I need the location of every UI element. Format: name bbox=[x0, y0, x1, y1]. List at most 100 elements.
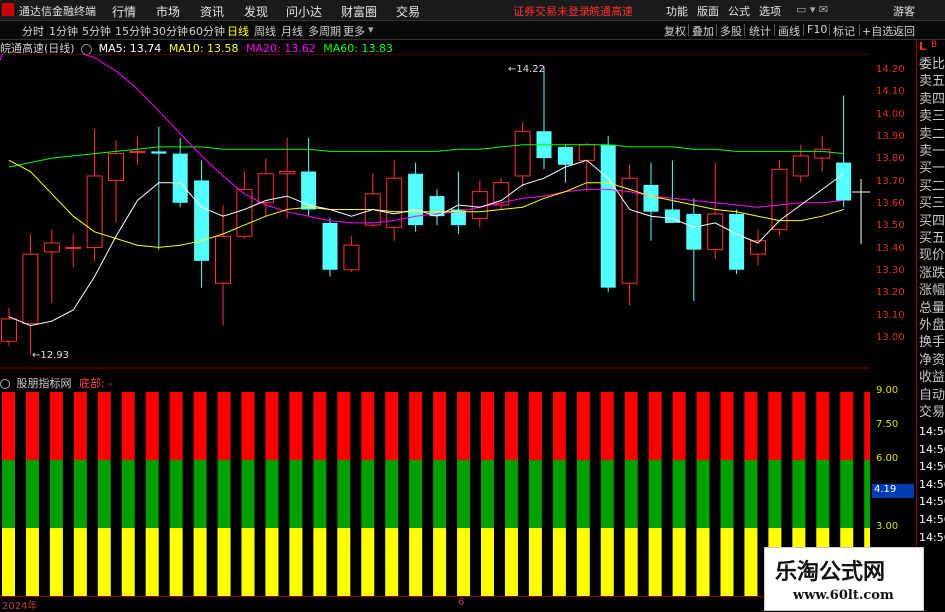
chevron-down-icon[interactable]: ▾ bbox=[368, 23, 374, 36]
indicator-bar-segment bbox=[121, 528, 135, 596]
indicator-bar-segment bbox=[792, 460, 806, 528]
menu-item-market[interactable]: 行情 bbox=[112, 3, 136, 20]
menu-item-formula[interactable]: 公式 bbox=[728, 3, 750, 19]
indicator-bar bbox=[25, 392, 39, 596]
menu-item-ask[interactable]: 问小达 bbox=[286, 3, 322, 20]
candle bbox=[707, 162, 724, 259]
tab-timeshare[interactable]: 分时 bbox=[22, 23, 44, 39]
app-logo-icon bbox=[2, 3, 14, 16]
mark-button[interactable]: 标记 bbox=[833, 23, 855, 39]
candle-body bbox=[22, 253, 39, 324]
quote-field-label: 现价 bbox=[919, 248, 945, 264]
tab-multi-period[interactable]: 多周期 bbox=[308, 23, 341, 39]
candle bbox=[172, 138, 188, 208]
indicator-bar bbox=[720, 392, 734, 596]
trade-time-value: 14:56 bbox=[919, 460, 945, 474]
indicator-bar-segment bbox=[217, 392, 231, 460]
indicator-bar-segment bbox=[145, 460, 159, 528]
tab-monthly[interactable]: 月线 bbox=[281, 23, 303, 39]
candle bbox=[643, 162, 659, 241]
indicator-settings-icon[interactable] bbox=[0, 379, 10, 389]
b-icon[interactable]: B bbox=[931, 40, 937, 50]
tab-daily[interactable]: 日线 bbox=[227, 23, 249, 39]
tab-30min[interactable]: 30分钟 bbox=[152, 23, 188, 39]
candle-body bbox=[836, 162, 852, 201]
indicator-tick-label: 3.00 bbox=[876, 521, 899, 532]
menu-item-options[interactable]: 选项 bbox=[759, 3, 781, 19]
window-controls-icon[interactable]: ▭ ▾ ✉ bbox=[796, 3, 828, 16]
low-annotation: ←12.93 bbox=[32, 350, 70, 361]
indicator-bar-segment bbox=[169, 392, 183, 460]
candle-body bbox=[172, 153, 188, 203]
menu-item-wealth[interactable]: 财富圈 bbox=[341, 3, 377, 20]
overlay-button[interactable]: 叠加 bbox=[692, 23, 714, 39]
indicator-bar-segment bbox=[193, 392, 207, 460]
login-warning[interactable]: 证券交易未登录 bbox=[513, 3, 590, 19]
indicator-bar-segment bbox=[840, 460, 854, 528]
draw-line-button[interactable]: 画线 bbox=[778, 23, 800, 39]
indicator-bar bbox=[313, 392, 327, 596]
indicator-bar-segment bbox=[73, 528, 87, 596]
menu-item-function[interactable]: 功能 bbox=[666, 3, 688, 19]
indicator-bars-group bbox=[2, 392, 870, 596]
quote-side-panel: L B 委比 卖五 卖四 卖三 卖二 卖一 买一 买二 买三 买四 买五 现价 涨跌 涨幅 总量 外盘 换手 净资… bbox=[916, 40, 945, 609]
candle bbox=[43, 229, 60, 304]
candle bbox=[65, 234, 82, 268]
kline-chart[interactable] bbox=[0, 54, 870, 596]
indicator-bar-segment bbox=[696, 392, 710, 460]
quote-field-label: 收益 bbox=[919, 370, 945, 386]
indicator-bar-segment bbox=[816, 460, 830, 528]
candle-body bbox=[1, 318, 17, 342]
indicator-bar-segment bbox=[2, 392, 15, 460]
guest-user[interactable]: 游客 bbox=[893, 3, 915, 19]
quote-field-label: 外盘 bbox=[919, 318, 945, 333]
quote-field-label: 买三 bbox=[919, 196, 945, 212]
indicator-bar-segment bbox=[576, 460, 590, 528]
menu-item-markets[interactable]: 市场 bbox=[156, 3, 180, 20]
indicator-bar-segment bbox=[385, 392, 399, 460]
indicator-bar-segment bbox=[624, 528, 638, 596]
ma-settings-icon[interactable] bbox=[81, 43, 93, 55]
trade-time-value: 14:56 bbox=[919, 530, 945, 544]
indicator-tick-label: 9.00 bbox=[876, 385, 899, 396]
tab-5min[interactable]: 5分钟 bbox=[82, 23, 111, 39]
menu-item-trade[interactable]: 交易 bbox=[396, 3, 420, 20]
candle bbox=[814, 135, 831, 172]
add-watchlist-button[interactable]: +自选 bbox=[862, 23, 893, 39]
tab-weekly[interactable]: 周线 bbox=[254, 23, 276, 39]
tab-1min[interactable]: 1分钟 bbox=[49, 23, 78, 39]
indicator-bar-segment bbox=[193, 460, 207, 528]
watermark-title: 乐淘公式网 bbox=[775, 559, 886, 585]
adjust-button[interactable]: 复权 bbox=[664, 23, 686, 39]
menu-item-discover[interactable]: 发现 bbox=[244, 3, 268, 20]
indicator-bar bbox=[97, 392, 111, 596]
menu-item-layout[interactable]: 版面 bbox=[697, 3, 719, 19]
f10-button[interactable]: F10 bbox=[807, 23, 827, 36]
tab-15min[interactable]: 15分钟 bbox=[115, 23, 151, 39]
price-tick-label: 14.00 bbox=[876, 108, 905, 120]
indicator-bar-segment bbox=[73, 460, 87, 528]
candle-body bbox=[578, 144, 595, 161]
price-tick-label: 13.10 bbox=[876, 309, 905, 321]
indicator-bar-segment bbox=[672, 460, 686, 528]
tab-more[interactable]: 更多 bbox=[343, 23, 365, 39]
indicator-bar-segment bbox=[528, 460, 542, 528]
multi-stock-button[interactable]: 多股 bbox=[720, 23, 742, 39]
tab-60min[interactable]: 60分钟 bbox=[189, 23, 225, 39]
indicator-bar-segment bbox=[2, 528, 15, 596]
candle-body bbox=[514, 130, 531, 177]
indicator-bar-segment bbox=[25, 528, 39, 596]
stats-button[interactable]: 统计 bbox=[749, 23, 771, 39]
price-tick-label: 13.00 bbox=[876, 332, 905, 343]
indicator-bar bbox=[385, 392, 399, 596]
l-icon[interactable]: L bbox=[919, 40, 926, 53]
back-button[interactable]: 返回 bbox=[893, 23, 915, 39]
indicator-bar bbox=[696, 392, 710, 596]
candle-body bbox=[600, 144, 616, 288]
price-tick-label: 13.70 bbox=[876, 175, 905, 187]
menu-item-news[interactable]: 资讯 bbox=[200, 3, 224, 20]
indicator-bar-segment bbox=[528, 528, 542, 596]
candle bbox=[322, 218, 338, 277]
price-axis: 14.20 14.10 14.00 13.90 13.80 13.70 13.60 13.50… bbox=[870, 54, 916, 372]
price-tick-label: 13.90 bbox=[876, 131, 905, 142]
